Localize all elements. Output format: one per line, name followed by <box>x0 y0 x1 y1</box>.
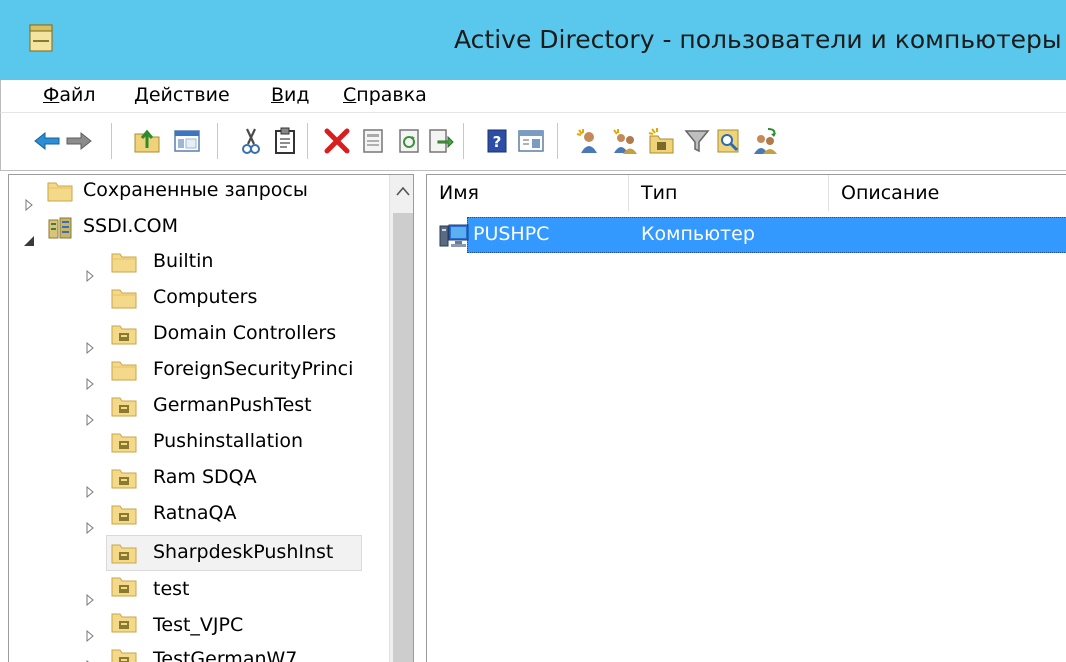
tree-item-test[interactable]: test <box>153 578 190 600</box>
ou-icon <box>111 611 137 633</box>
menu-bar: Файл Действие Вид Справка <box>0 80 1066 112</box>
copy-icon[interactable] <box>269 125 301 157</box>
cut-icon[interactable] <box>235 125 267 157</box>
column-header-name[interactable]: Имя <box>427 175 629 211</box>
menu-view-label: ид <box>284 84 310 106</box>
new-ou-icon[interactable] <box>645 125 677 157</box>
window-title: Active Directory - пользователи и компью… <box>454 25 1062 54</box>
menu-help[interactable]: Справка <box>343 84 427 106</box>
toolbar-separator <box>463 123 464 159</box>
ou-icon <box>111 542 137 564</box>
tree-item-domain[interactable]: SSDI.COM <box>83 215 178 237</box>
forward-arrow-icon[interactable] <box>63 125 95 157</box>
back-arrow-icon[interactable] <box>31 125 63 157</box>
delete-icon[interactable] <box>321 125 353 157</box>
pane-splitter[interactable] <box>414 174 426 662</box>
menu-action[interactable]: Действие <box>134 84 230 106</box>
expand-chevron-icon[interactable] <box>84 413 96 427</box>
ou-icon <box>111 575 137 597</box>
folder-icon <box>111 287 137 309</box>
menu-action-mnemonic: Д <box>134 84 149 106</box>
ou-icon <box>111 647 137 662</box>
new-group-icon[interactable] <box>609 125 641 157</box>
expand-chevron-icon[interactable] <box>84 485 96 499</box>
tree-item-ram-sdqa[interactable]: Ram SDQA <box>153 466 257 488</box>
list-row-selected[interactable] <box>467 217 1066 253</box>
tree-item-pushinstallation[interactable]: Pushinstallation <box>153 430 303 452</box>
menu-file[interactable]: Файл <box>43 84 96 106</box>
expand-chevron-icon[interactable] <box>84 269 96 283</box>
menu-view-mnemonic: В <box>271 84 285 106</box>
expand-chevron-icon[interactable] <box>84 377 96 391</box>
tree-item-saved-queries[interactable]: Сохраненные запросы <box>83 179 308 201</box>
show-action-pane-icon[interactable] <box>515 125 547 157</box>
app-icon[interactable] <box>29 24 53 52</box>
pane-divider <box>0 170 1066 171</box>
computer-icon <box>439 223 469 249</box>
menu-help-label: правка <box>356 84 427 106</box>
domain-icon <box>47 216 73 239</box>
expand-chevron-icon[interactable] <box>84 629 96 643</box>
expand-chevron-icon[interactable] <box>84 593 96 607</box>
ou-icon <box>111 323 137 345</box>
list-cell-type: Компьютер <box>641 223 755 245</box>
add-to-group-icon[interactable] <box>749 125 781 157</box>
column-header-description[interactable]: Описание <box>829 175 1066 211</box>
list-cell-name: PUSHPC <box>473 223 550 245</box>
toolbar-separator <box>557 123 558 159</box>
tree-item-builtin[interactable]: Builtin <box>153 250 213 272</box>
toolbar-separator <box>111 123 112 159</box>
ou-icon <box>111 467 137 489</box>
ou-icon <box>111 431 137 453</box>
toolbar-separator <box>307 123 308 159</box>
show-hide-console-tree-icon[interactable] <box>171 125 203 157</box>
tree-item-sharpdeskpushinst[interactable]: SharpdeskPushInst <box>153 541 333 563</box>
tree-item-computers[interactable]: Computers <box>153 286 257 308</box>
menu-file-label: айл <box>59 84 96 106</box>
column-header-type[interactable]: Тип <box>629 175 829 211</box>
menu-help-mnemonic: С <box>343 84 357 106</box>
tree-item-germanpushtest[interactable]: GermanPushTest <box>153 394 312 416</box>
expand-chevron-icon[interactable] <box>84 521 96 535</box>
menu-view[interactable]: Вид <box>271 84 310 106</box>
tree-scrollbar[interactable] <box>389 175 413 662</box>
tree-item-foreign-security-principals[interactable]: ForeignSecurityPrinci <box>153 358 353 380</box>
filter-icon[interactable] <box>681 125 713 157</box>
menu-action-label: ействие <box>148 84 230 106</box>
folder-icon <box>47 180 73 202</box>
tree-item-domain-controllers[interactable]: Domain Controllers <box>153 322 336 344</box>
properties-icon[interactable] <box>357 125 389 157</box>
folder-icon <box>111 359 137 381</box>
new-user-icon[interactable] <box>573 125 605 157</box>
svg-text:?: ? <box>493 133 502 151</box>
menu-file-mnemonic: Ф <box>43 84 60 106</box>
toolbar-separator <box>217 123 218 159</box>
title-bar[interactable]: Active Directory - пользователи и компью… <box>0 0 1066 80</box>
tree-item-test-vjpc[interactable]: Test_VJPC <box>153 614 243 636</box>
help-icon[interactable]: ? <box>481 125 513 157</box>
scroll-up-icon[interactable] <box>390 175 413 207</box>
console-tree[interactable]: Сохраненные запросы SSDI.COM Builtin Com… <box>8 174 414 662</box>
up-folder-icon[interactable] <box>131 125 163 157</box>
scrollbar-thumb[interactable] <box>393 213 413 662</box>
tree-item-testgermanw7[interactable]: TestGermanW7 <box>153 648 297 662</box>
folder-icon <box>111 251 137 273</box>
collapse-chevron-icon[interactable] <box>23 234 35 248</box>
ou-icon <box>111 395 137 417</box>
toolbar: ? <box>0 112 1066 170</box>
tree-item-ratnaqa[interactable]: RatnaQA <box>153 502 237 524</box>
ou-icon <box>111 503 137 525</box>
find-icon[interactable] <box>713 125 745 157</box>
details-list[interactable]: Имя Тип Описание PUSHPC Компьютер <box>426 174 1066 662</box>
export-list-icon[interactable] <box>425 125 457 157</box>
expand-chevron-icon[interactable] <box>84 341 96 355</box>
refresh-icon[interactable] <box>393 125 425 157</box>
expand-chevron-icon[interactable] <box>23 198 35 212</box>
